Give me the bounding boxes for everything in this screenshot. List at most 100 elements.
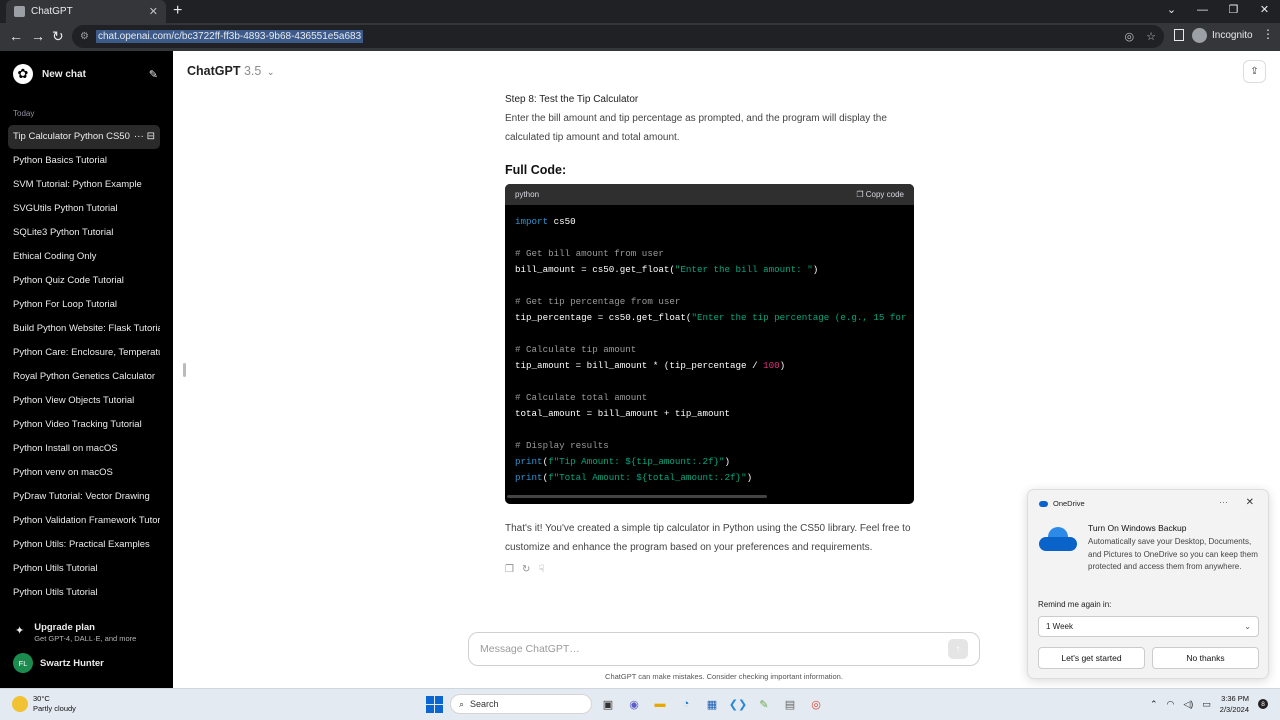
chat-history-item[interactable]: Tip Calculator Python CS50 ··· ⊟ [8, 125, 160, 149]
regenerate-icon[interactable]: ↻ [522, 564, 530, 575]
chat-history-item[interactable]: Python View Objects Tutorial [8, 389, 160, 413]
no-thanks-button[interactable]: No thanks [1152, 647, 1259, 669]
openai-logo-icon: ✿ [13, 64, 33, 84]
chat-history-item[interactable]: SVM Tutorial: Python Example [8, 173, 160, 197]
clipboard-icon: ❐ [856, 190, 864, 199]
browser-menu-icon[interactable]: ⋮ [1262, 27, 1274, 41]
code-header: python ❐ Copy code [505, 184, 914, 205]
reload-icon[interactable]: ↻ [52, 28, 64, 45]
new-chat-button[interactable]: ✿ New chat ✎ [8, 63, 158, 85]
tracking-blocked-icon[interactable]: ◎ [1125, 30, 1135, 43]
compose-icon[interactable]: ✎ [149, 68, 158, 81]
task-view-icon[interactable]: ▣ [598, 694, 618, 714]
message-actions: ❐ ↻ ☟ [505, 564, 915, 575]
start-button[interactable] [424, 694, 444, 714]
back-icon[interactable]: ← [9, 28, 23, 44]
chrome-icon[interactable]: ◎ [806, 694, 826, 714]
chat-history-item[interactable]: Python Care: Enclosure, Temperature [8, 341, 160, 365]
volume-icon[interactable]: ◁) [1183, 699, 1193, 710]
close-window-icon[interactable]: ✕ [1249, 0, 1280, 23]
share-button[interactable]: ⇪ [1243, 60, 1266, 83]
send-button[interactable]: ↑ [948, 639, 968, 659]
bookmark-star-icon[interactable]: ☆ [1146, 30, 1156, 43]
user-menu[interactable]: FL Swartz Hunter [13, 653, 104, 673]
chat-app-icon[interactable]: ◉ [624, 694, 644, 714]
chat-options-icon[interactable]: ··· ⊟ [129, 125, 155, 149]
photos-icon[interactable]: ▤ [780, 694, 800, 714]
toast-app-name: OneDrive [1053, 499, 1085, 508]
code-horizontal-scrollbar[interactable] [507, 495, 767, 498]
chat-history-item[interactable]: Build Python Website: Flask Tutorial [8, 317, 160, 341]
chat-history-item[interactable]: PyDraw Tutorial: Vector Drawing [8, 485, 160, 509]
chat-history-item[interactable]: Royal Python Genetics Calculator [8, 365, 160, 389]
file-explorer-icon[interactable]: ▬ [650, 694, 670, 714]
vscode-icon[interactable]: ❮❯ [728, 694, 748, 714]
wifi-icon[interactable]: ◠ [1167, 699, 1175, 710]
model-selector[interactable]: ChatGPT 3.5 ⌄ [187, 64, 274, 78]
upgrade-plan-button[interactable]: ✦ Upgrade plan Get GPT-4, DALL·E, and mo… [15, 622, 136, 643]
remind-label: Remind me again in: [1038, 600, 1112, 609]
incognito-icon [1192, 28, 1207, 43]
model-version: 3.5 [243, 64, 262, 78]
minimize-icon[interactable]: — [1187, 0, 1218, 23]
thumbs-down-icon[interactable]: ☟ [538, 564, 544, 575]
chat-history-item[interactable]: Python Video Tracking Tutorial [8, 413, 160, 437]
incognito-indicator[interactable]: Incognito [1192, 28, 1253, 43]
side-panel-icon[interactable] [1174, 29, 1184, 41]
close-tab-icon[interactable]: ✕ [149, 5, 158, 18]
sparkle-icon: ✦ [15, 625, 25, 637]
copy-code-button[interactable]: ❐ Copy code [856, 190, 904, 199]
forward-icon[interactable]: → [31, 28, 45, 44]
windows-taskbar: 30°C Partly cloudy ⌕ Search ▣ ◉ ▬ ◔ ▦ ❮❯… [0, 688, 1280, 720]
code-language: python [515, 190, 540, 199]
chat-history-item[interactable]: Python Install on macOS [8, 437, 160, 461]
close-icon[interactable]: ✕ [1246, 497, 1254, 508]
chat-history-item[interactable]: Python Validation Framework Tutorial [8, 509, 160, 533]
app-icon[interactable]: ✎ [754, 694, 774, 714]
restore-icon[interactable]: ❐ [1218, 0, 1249, 23]
partly-cloudy-icon [12, 696, 28, 712]
chat-history-item[interactable]: Python Utils Tutorial [8, 557, 160, 581]
avatar: FL [13, 653, 33, 673]
sidebar-resize-handle[interactable] [183, 363, 186, 377]
battery-icon[interactable]: ▭ [1202, 699, 1211, 710]
step-heading: Step 8: Test the Tip Calculator [505, 94, 639, 105]
notification-badge[interactable]: 8 [1258, 699, 1268, 709]
disclaimer: ChatGPT can make mistakes. Consider chec… [605, 672, 843, 681]
taskbar-search[interactable]: ⌕ Search [450, 694, 592, 714]
remind-value: 1 Week [1046, 622, 1073, 631]
browser-tab[interactable]: ChatGPT ✕ [6, 0, 166, 23]
lets-get-started-button[interactable]: Let's get started [1038, 647, 1145, 669]
tab-search-icon[interactable]: ⌄ [1156, 0, 1187, 23]
onedrive-cloud-icon [1039, 527, 1077, 551]
clock[interactable]: 3:36 PM 2/3/2024 [1220, 693, 1249, 715]
chevron-up-icon[interactable]: ⌃ [1150, 699, 1158, 710]
onedrive-notification: OneDrive ··· ✕ Turn On Windows Backup Au… [1027, 489, 1269, 679]
chat-history-item[interactable]: Python For Loop Tutorial [8, 293, 160, 317]
chat-history-item[interactable]: SQLite3 Python Tutorial [8, 221, 160, 245]
edge-icon[interactable]: ◔ [676, 694, 696, 714]
chat-history-item[interactable]: SVGUtils Python Tutorial [8, 197, 160, 221]
search-label: Search [470, 699, 499, 709]
chat-history-item[interactable]: Python Utils Tutorial [8, 581, 160, 605]
store-icon[interactable]: ▦ [702, 694, 722, 714]
taskbar-apps: ⌕ Search ▣ ◉ ▬ ◔ ▦ ❮❯ ✎ ▤ ◎ [424, 694, 826, 714]
chat-history-item[interactable]: Python venv on macOS [8, 461, 160, 485]
message-input[interactable] [480, 643, 948, 655]
chat-history-item[interactable]: Python Basics Tutorial [8, 149, 160, 173]
address-bar[interactable]: ⚙ chat.openai.com/c/bc3722ff-ff3b-4893-9… [72, 25, 1164, 48]
new-tab-icon[interactable]: + [173, 2, 182, 20]
site-info-icon[interactable]: ⚙ [80, 31, 89, 42]
chat-history-item[interactable]: Python Utils: Practical Examples [8, 533, 160, 557]
url-text[interactable]: chat.openai.com/c/bc3722ff-ff3b-4893-9b6… [95, 30, 364, 43]
more-options-icon[interactable]: ··· [1219, 497, 1228, 507]
windows-logo-icon [425, 695, 443, 713]
weather-widget[interactable]: 30°C Partly cloudy [12, 694, 76, 714]
search-icon: ⌕ [459, 698, 465, 709]
upgrade-title: Upgrade plan [34, 622, 95, 633]
remind-select[interactable]: 1 Week ⌄ [1038, 616, 1259, 637]
message-composer: ↑ [468, 632, 980, 666]
chat-history-item[interactable]: Python Quiz Code Tutorial [8, 269, 160, 293]
chat-history-item[interactable]: Ethical Coding Only [8, 245, 160, 269]
copy-icon[interactable]: ❐ [505, 564, 514, 575]
